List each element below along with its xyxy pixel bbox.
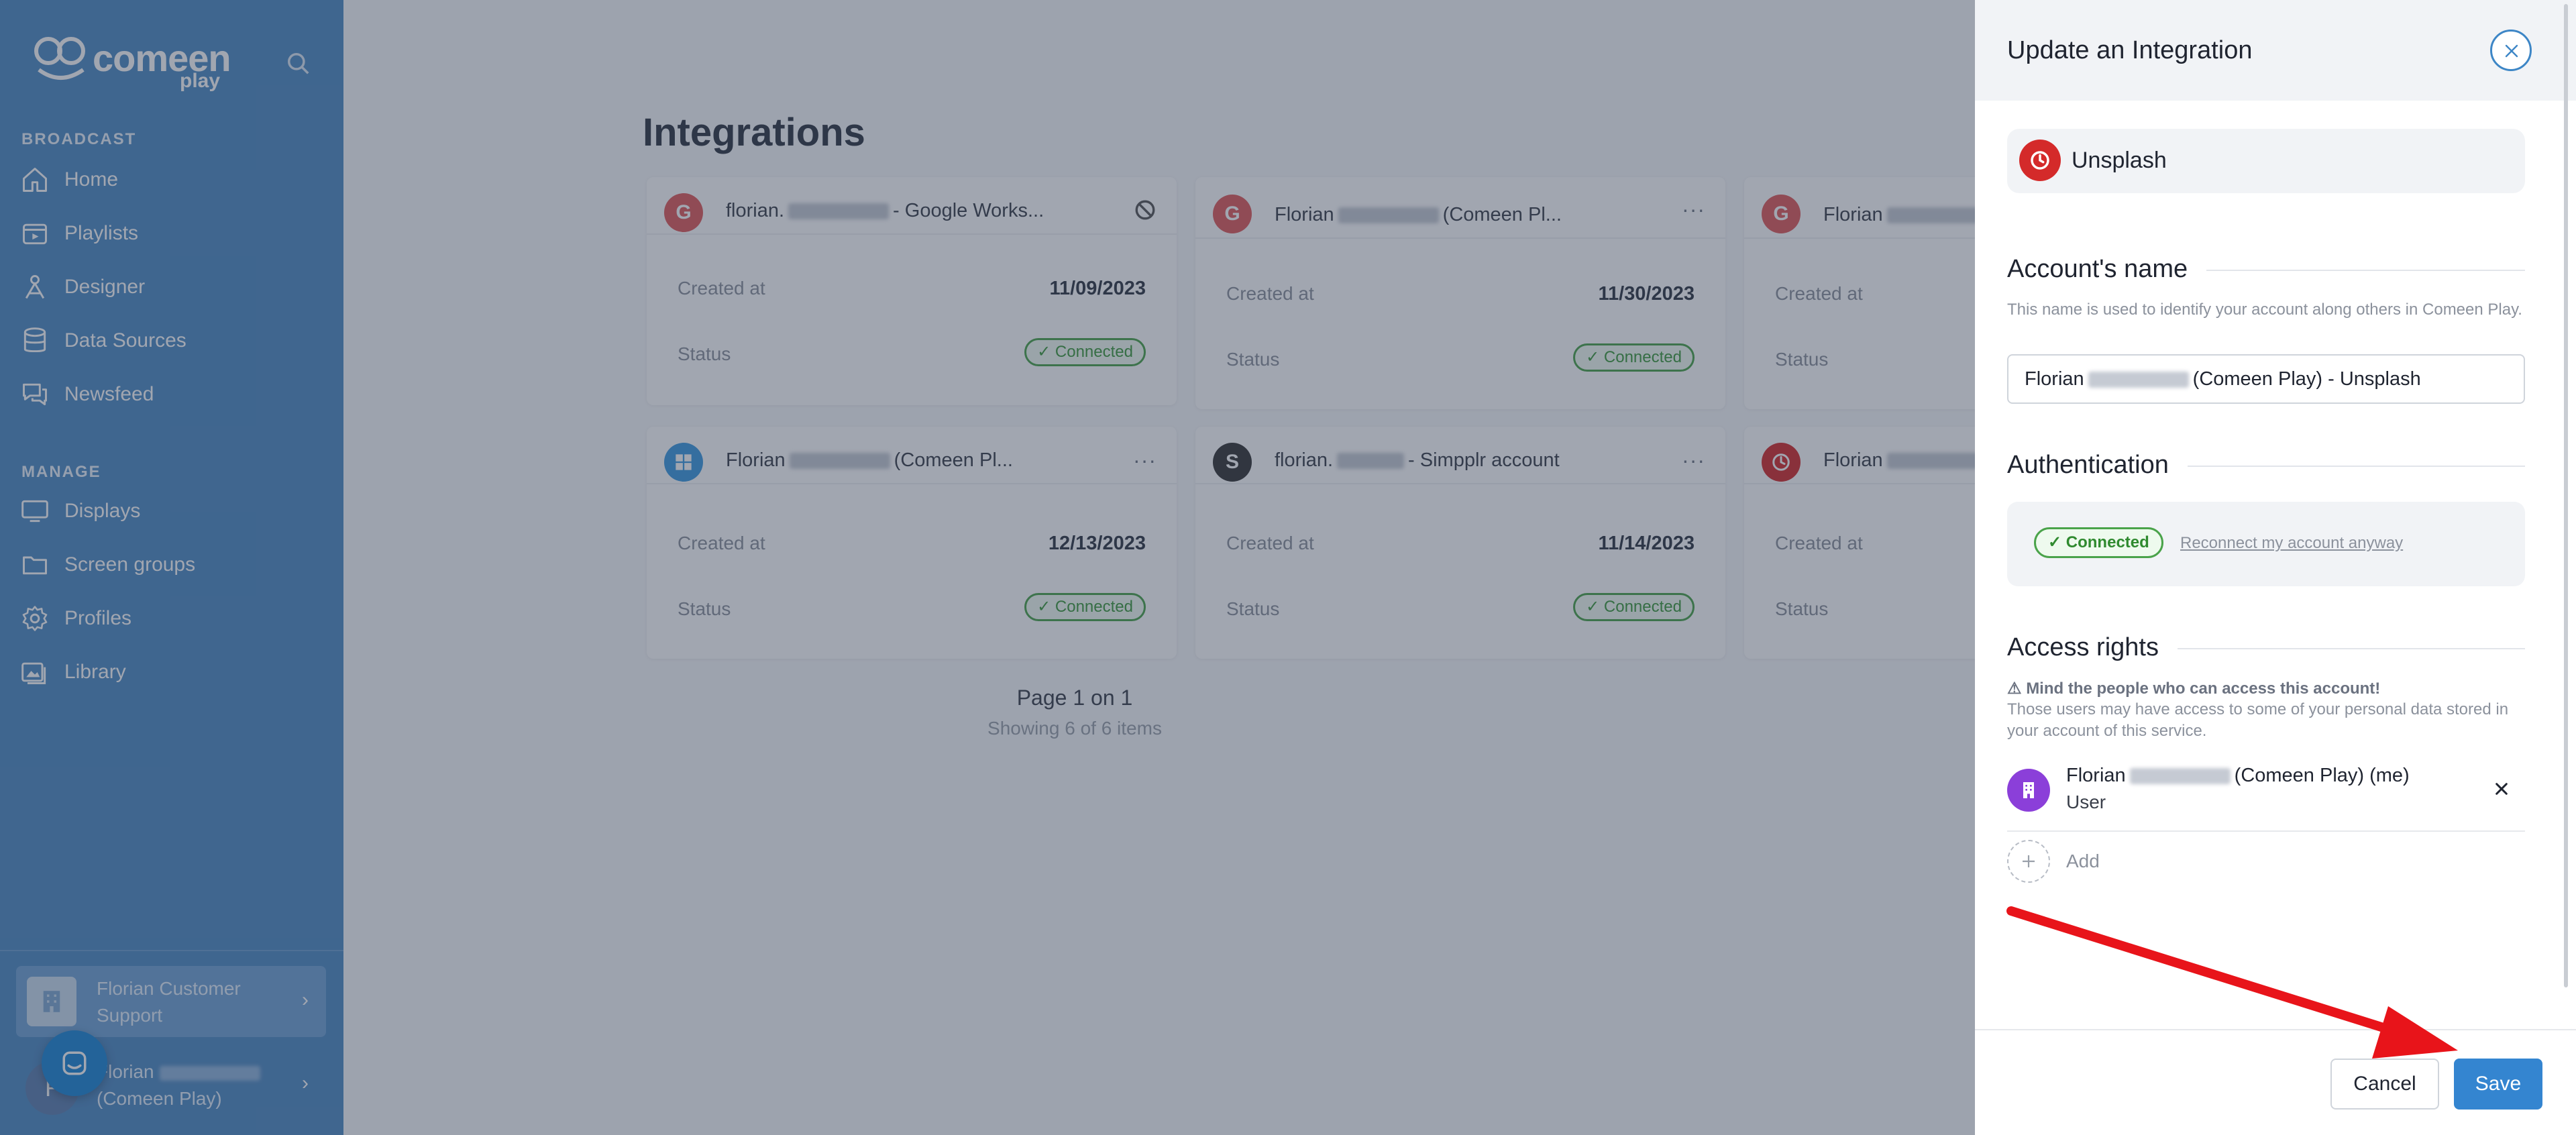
section-title: Authentication — [2007, 451, 2188, 480]
app-window: comeen play BROADCAST Home Playlists Des… — [0, 0, 2576, 1135]
section-title: Account's name — [2007, 255, 2207, 284]
arrow-head — [2372, 1006, 2458, 1059]
section-title: Access rights — [2007, 633, 2178, 662]
arrow-shaft — [2006, 906, 2412, 1040]
annotation-arrow — [2006, 906, 2458, 1059]
